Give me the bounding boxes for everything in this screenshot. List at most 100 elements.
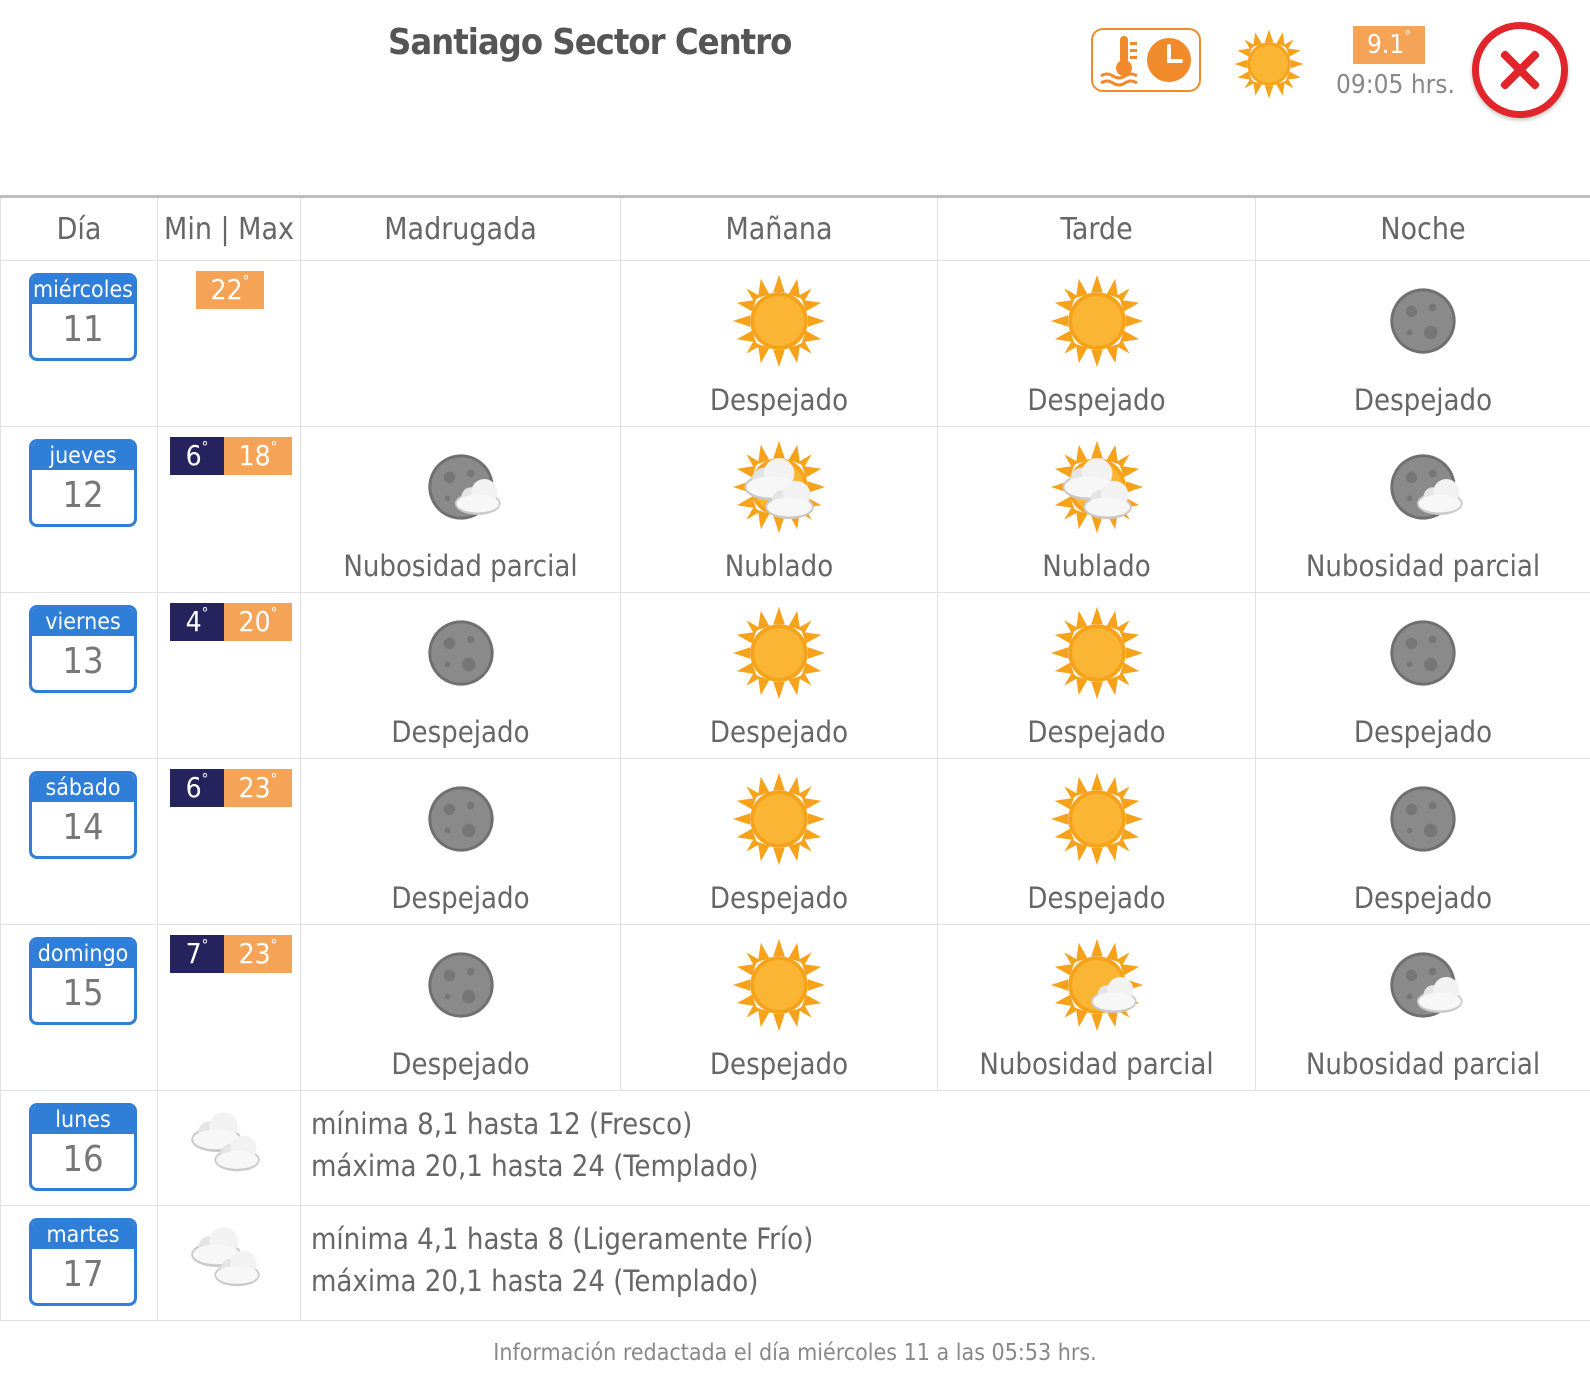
table-row: domingo 15 7° 23° Despejado Despejado Nu… <box>0 924 1590 1091</box>
condition-label: Despejado <box>391 1047 530 1081</box>
moon-cloud-icon <box>1390 952 1463 1018</box>
period-cell-manana: Despejado <box>620 260 938 427</box>
max-range-text: máxima 20,1 hasta 24 (Templado) <box>311 1264 759 1298</box>
thermometer-clock-icon <box>1100 36 1191 87</box>
close-button[interactable] <box>1472 22 1568 118</box>
day-cell: viernes 13 <box>0 592 158 759</box>
period-cell-madrugada: Despejado <box>300 592 621 759</box>
day-cell: sábado 14 <box>0 758 158 925</box>
sun-icon <box>1234 29 1304 99</box>
condition-label: Despejado <box>391 715 530 749</box>
period-cell-manana: Nublado <box>620 426 938 593</box>
condition-label: Nublado <box>724 549 834 583</box>
max-temp-badge: 23° <box>224 769 292 807</box>
period-cell-manana: Despejado <box>620 592 938 759</box>
extended-forecast-text: mínima 8,1 hasta 12 (Fresco) máxima 20,1… <box>300 1090 1590 1206</box>
calendar-badge: viernes 13 <box>29 605 137 693</box>
day-cell: jueves 12 <box>0 426 158 593</box>
condition-label: Despejado <box>1027 715 1166 749</box>
temp-cell: 4° 20° <box>157 592 301 759</box>
day-cell: lunes 16 <box>0 1090 158 1206</box>
moon-icon <box>427 620 494 686</box>
min-temp-badge: 6° <box>170 769 224 807</box>
header: Santiago Sector Centro 9.1° 09:05 hrs. <box>0 0 1590 195</box>
temp-cell: 22° <box>157 260 301 427</box>
period-cell-tarde: Despejado <box>937 260 1256 427</box>
temp-cell <box>157 1090 301 1206</box>
sun-icon <box>732 606 826 700</box>
max-range-text: máxima 20,1 hasta 24 (Templado) <box>311 1149 759 1183</box>
condition-label: Despejado <box>1353 383 1493 417</box>
condition-label: Despejado <box>1027 383 1166 417</box>
day-number: 13 <box>62 641 104 682</box>
day-number: 11 <box>62 309 104 350</box>
forecast-table: Día Min | Max Madrugada Mañana Tarde Noc… <box>0 195 1590 1321</box>
sun-icon <box>1050 772 1143 866</box>
min-range-text: mínima 8,1 hasta 12 (Fresco) <box>311 1107 693 1141</box>
period-cell-madrugada: Despejado <box>300 758 621 925</box>
table-row: viernes 13 4° 20° Despejado Despejado De… <box>0 592 1590 759</box>
temp-cell <box>157 1205 301 1321</box>
temp-cell: 6° 23° <box>157 758 301 925</box>
condition-label: Nubosidad parcial <box>1305 549 1541 583</box>
sun-clouds-icon <box>732 440 826 534</box>
weekday-label: martes <box>32 1221 134 1249</box>
calendar-badge: lunes 16 <box>29 1103 137 1191</box>
moon-icon <box>1390 288 1456 354</box>
current-temperature: 9.1° <box>1353 26 1425 64</box>
max-temp-badge: 20° <box>224 603 292 641</box>
weekday-label: domingo <box>32 940 134 968</box>
period-cell-noche: Despejado <box>1255 260 1590 427</box>
moon-icon <box>427 786 494 852</box>
day-cell: miércoles 11 <box>0 260 158 427</box>
calendar-badge: domingo 15 <box>29 937 137 1025</box>
current-time: 09:05 hrs. <box>1336 70 1455 100</box>
column-header-noche: Noche <box>1255 195 1590 261</box>
condition-label: Nublado <box>1042 549 1151 583</box>
moon-icon <box>1390 620 1456 686</box>
sun-icon <box>732 274 826 368</box>
temp-cell: 7° 23° <box>157 924 301 1091</box>
period-cell-noche: Despejado <box>1255 592 1590 759</box>
temp-cell: 6° 18° <box>157 426 301 593</box>
condition-label: Despejado <box>709 715 849 749</box>
min-temp-badge: 6° <box>170 437 224 475</box>
period-cell-manana: Despejado <box>620 758 938 925</box>
weekday-label: miércoles <box>32 276 134 304</box>
column-header-minmax: Min | Max <box>157 195 301 261</box>
min-temp-badge: 7° <box>170 935 224 973</box>
condition-label: Despejado <box>1353 881 1493 915</box>
moon-cloud-icon <box>1390 454 1463 520</box>
min-range-text: mínima 4,1 hasta 8 (Ligeramente Frío) <box>311 1222 814 1256</box>
history-button[interactable] <box>1091 28 1201 92</box>
day-number: 14 <box>62 807 104 848</box>
footer-note: Información redactada el día miércoles 1… <box>493 1340 1097 1366</box>
sun-clouds-icon <box>1050 440 1143 534</box>
weekday-label: jueves <box>32 442 134 470</box>
table-row: martes 17 mínima 4,1 hasta 8 (Ligerament… <box>0 1205 1590 1321</box>
table-row: sábado 14 6° 23° Despejado Despejado Des… <box>0 758 1590 925</box>
sun-icon <box>1050 606 1143 700</box>
day-number: 17 <box>62 1254 104 1295</box>
day-number: 16 <box>62 1139 104 1180</box>
day-cell: domingo 15 <box>0 924 158 1091</box>
max-temp-badge: 18° <box>224 437 292 475</box>
condition-label: Nubosidad parcial <box>979 1047 1214 1081</box>
column-header-manana: Mañana <box>620 195 938 261</box>
calendar-badge: miércoles 11 <box>29 273 137 361</box>
clouds-icon <box>191 1227 260 1287</box>
period-cell-madrugada: Despejado <box>300 924 621 1091</box>
moon-cloud-icon <box>427 454 501 520</box>
moon-icon <box>427 952 494 1018</box>
moon-icon <box>1390 786 1456 852</box>
condition-label: Despejado <box>709 383 849 417</box>
max-temp-badge: 23° <box>224 935 292 973</box>
table-row: jueves 12 6° 18° Nubosidad parcial Nubla… <box>0 426 1590 593</box>
period-cell-madrugada: Nubosidad parcial <box>300 426 621 593</box>
condition-label: Nubosidad parcial <box>1305 1047 1541 1081</box>
period-cell-tarde: Nubosidad parcial <box>937 924 1256 1091</box>
condition-label: Despejado <box>709 881 849 915</box>
min-temp-badge: 4° <box>170 603 224 641</box>
calendar-badge: martes 17 <box>29 1218 137 1306</box>
column-header-day: Día <box>0 195 158 261</box>
